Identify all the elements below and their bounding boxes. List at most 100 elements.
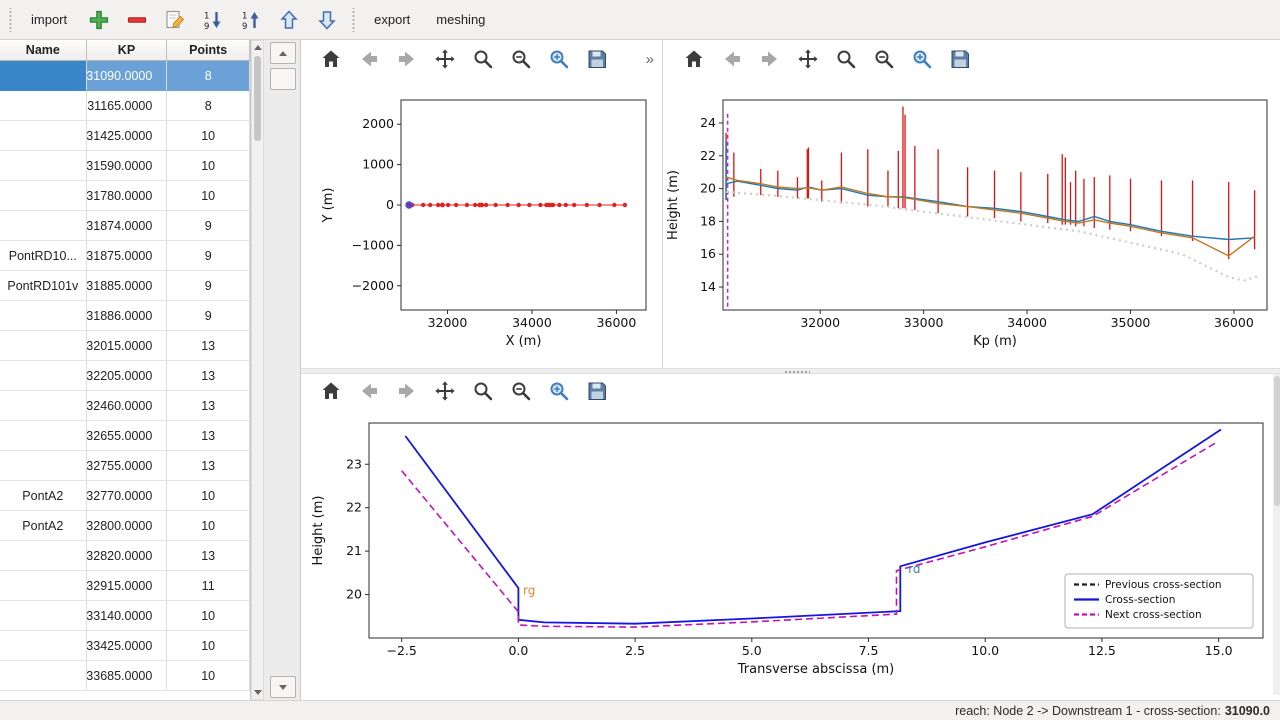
cell-kp[interactable]: 31590.0000: [87, 151, 168, 181]
cell-points[interactable]: 10: [167, 151, 250, 181]
cell-points[interactable]: 10: [167, 601, 250, 631]
forward-button[interactable]: [394, 46, 420, 72]
home-button[interactable]: [318, 378, 344, 404]
cell-kp[interactable]: 32915.0000: [87, 571, 168, 601]
save-figure-button[interactable]: [584, 46, 610, 72]
move-down-button[interactable]: [313, 6, 341, 34]
cell-name[interactable]: PontA2: [0, 481, 87, 511]
column-header-kp[interactable]: KP: [87, 40, 168, 61]
export-button[interactable]: export: [366, 8, 418, 31]
cell-kp[interactable]: 32205.0000: [87, 361, 168, 391]
cell-points[interactable]: 9: [167, 301, 250, 331]
column-header-points[interactable]: Points: [167, 40, 250, 61]
back-button[interactable]: [356, 46, 382, 72]
zoom-button[interactable]: [833, 46, 859, 72]
forward-button[interactable]: [757, 46, 783, 72]
table-row[interactable]: PontA232770.000010: [0, 481, 250, 511]
configure-subplots-button[interactable]: [871, 46, 897, 72]
cell-name[interactable]: PontA2: [0, 511, 87, 541]
cell-kp[interactable]: 32800.0000: [87, 511, 168, 541]
cell-kp[interactable]: 32770.0000: [87, 481, 168, 511]
add-cross-section-button[interactable]: [85, 6, 113, 34]
cell-points[interactable]: 11: [167, 571, 250, 601]
table-row[interactable]: 33140.000010: [0, 601, 250, 631]
cell-name[interactable]: PontRD101v: [0, 271, 87, 301]
panel-scroll-down-button[interactable]: [270, 676, 296, 698]
cell-name[interactable]: [0, 421, 87, 451]
table-row[interactable]: 31425.000010: [0, 121, 250, 151]
cell-kp[interactable]: 31886.0000: [87, 301, 168, 331]
table-row[interactable]: 32205.000013: [0, 361, 250, 391]
zoom-region-button[interactable]: [546, 46, 572, 72]
zoom-region-button[interactable]: [546, 378, 572, 404]
home-button[interactable]: [318, 46, 344, 72]
table-row[interactable]: 31874.00009: [0, 211, 250, 241]
cell-points[interactable]: 10: [167, 181, 250, 211]
cell-points[interactable]: 13: [167, 391, 250, 421]
cross-sections-table[interactable]: NameKPPoints31090.0000831165.0000831425.…: [0, 40, 251, 700]
toolbar-handle[interactable]: [351, 8, 356, 32]
cell-points[interactable]: 8: [167, 61, 250, 91]
cell-name[interactable]: [0, 631, 87, 661]
cell-name[interactable]: [0, 61, 87, 91]
cell-points[interactable]: 9: [167, 211, 250, 241]
cell-kp[interactable]: 31874.0000: [87, 211, 168, 241]
cell-points[interactable]: 13: [167, 541, 250, 571]
bottom-panel-scrollbar-thumb[interactable]: [1274, 376, 1280, 506]
cell-name[interactable]: [0, 391, 87, 421]
cell-kp[interactable]: 32755.0000: [87, 451, 168, 481]
import-button[interactable]: import: [23, 8, 75, 31]
longitudinal-profile-plot[interactable]: 3200033000340003500036000141618202224Kp …: [663, 78, 1275, 368]
configure-subplots-button[interactable]: [508, 46, 534, 72]
toolbar-handle[interactable]: [8, 8, 13, 32]
table-row[interactable]: 32820.000013: [0, 541, 250, 571]
cell-name[interactable]: [0, 361, 87, 391]
cross-section-canvas[interactable]: −2.50.02.55.07.510.012.515.020212223Tran…: [306, 410, 1276, 693]
table-scrollbar[interactable]: [251, 40, 264, 700]
cell-points[interactable]: 13: [167, 331, 250, 361]
pan-button[interactable]: [432, 378, 458, 404]
panel-scroll-up-button[interactable]: [270, 42, 296, 64]
home-button[interactable]: [681, 46, 707, 72]
cell-points[interactable]: 13: [167, 421, 250, 451]
zoom-button[interactable]: [470, 378, 496, 404]
back-button[interactable]: [356, 378, 382, 404]
cell-name[interactable]: [0, 571, 87, 601]
cross-section-plot[interactable]: −2.50.02.55.07.510.012.515.020212223Tran…: [306, 410, 1276, 693]
scroll-down-icon[interactable]: [252, 686, 263, 699]
forward-button[interactable]: [394, 378, 420, 404]
sort-ascending-button[interactable]: 19: [237, 6, 265, 34]
cell-kp[interactable]: 31875.0000: [87, 241, 168, 271]
cell-name[interactable]: [0, 181, 87, 211]
table-row[interactable]: 32460.000013: [0, 391, 250, 421]
table-row[interactable]: 33425.000010: [0, 631, 250, 661]
table-row[interactable]: 31886.00009: [0, 301, 250, 331]
sort-descending-button[interactable]: 19: [199, 6, 227, 34]
table-row[interactable]: 32755.000013: [0, 451, 250, 481]
cell-points[interactable]: 10: [167, 121, 250, 151]
cell-kp[interactable]: 31780.0000: [87, 181, 168, 211]
cell-kp[interactable]: 31425.0000: [87, 121, 168, 151]
cell-kp[interactable]: 32460.0000: [87, 391, 168, 421]
table-row[interactable]: 32015.000013: [0, 331, 250, 361]
cell-name[interactable]: [0, 541, 87, 571]
back-button[interactable]: [719, 46, 745, 72]
cell-points[interactable]: 9: [167, 241, 250, 271]
cell-kp[interactable]: 31165.0000: [87, 91, 168, 121]
cell-points[interactable]: 10: [167, 661, 250, 691]
cell-name[interactable]: [0, 601, 87, 631]
cell-kp[interactable]: 31885.0000: [87, 271, 168, 301]
move-up-button[interactable]: [275, 6, 303, 34]
cell-kp[interactable]: 32820.0000: [87, 541, 168, 571]
table-row[interactable]: 31165.00008: [0, 91, 250, 121]
scroll-up-icon[interactable]: [252, 41, 263, 54]
table-row[interactable]: 32655.000013: [0, 421, 250, 451]
cell-name[interactable]: [0, 661, 87, 691]
remove-cross-section-button[interactable]: [123, 6, 151, 34]
cell-kp[interactable]: 33685.0000: [87, 661, 168, 691]
table-row[interactable]: PontRD101v31885.00009: [0, 271, 250, 301]
save-figure-button[interactable]: [584, 378, 610, 404]
cell-kp[interactable]: 31090.0000: [87, 61, 168, 91]
edit-cross-section-button[interactable]: [161, 6, 189, 34]
cell-points[interactable]: 10: [167, 631, 250, 661]
